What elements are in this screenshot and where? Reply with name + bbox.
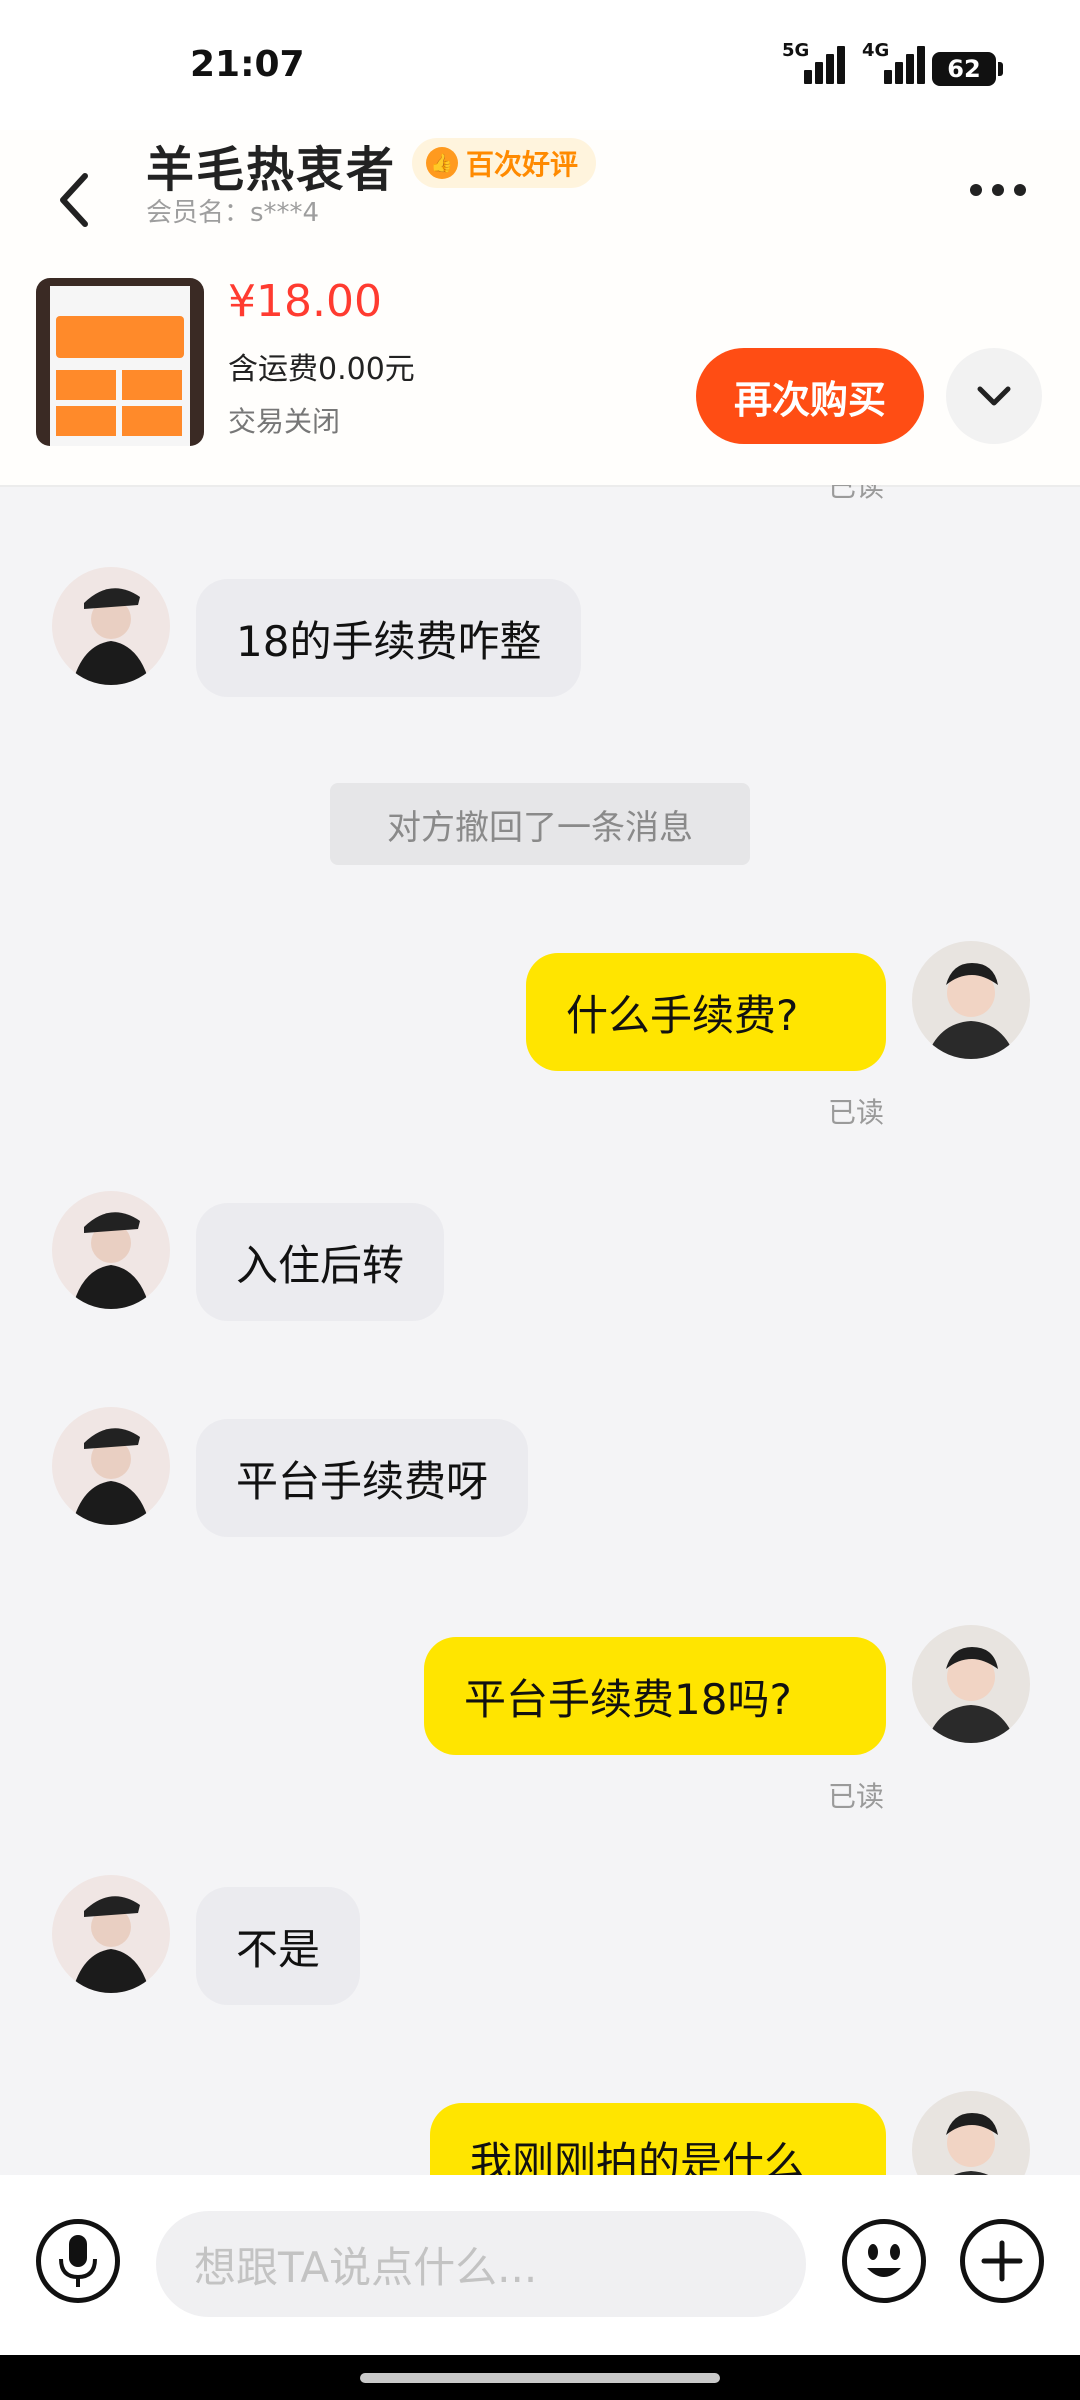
read-receipt: 已读 [828,1096,885,1129]
recall-notice: 对方撤回了一条消息 [330,783,750,865]
order-status: 交易关闭 [228,405,341,438]
product-thumbnail[interactable] [36,278,204,446]
read-receipt: 已读 [828,1780,885,1813]
message-bubble-incoming[interactable]: 不是 [196,1887,361,2005]
avatar-image [52,1407,170,1525]
dot-icon [970,184,982,196]
avatar-image [52,1875,170,1993]
home-indicator[interactable] [360,2373,720,2383]
system-nav-bar [0,2355,1080,2400]
message-bubble-incoming[interactable]: 入住后转 [196,1203,445,1321]
message-input[interactable]: 想跟TA说点什么... [156,2211,806,2317]
status-time: 21:07 [190,44,305,85]
avatar-image [912,1625,1030,1743]
chevron-left-icon [60,173,88,227]
message-bubble-outgoing[interactable]: 什么手续费? [526,953,886,1071]
thumbs-up-icon: 👍 [426,147,458,179]
signal-4g-icon: 4G [862,40,925,84]
input-bar: 想跟TA说点什么... [0,2175,1080,2360]
message-bubble-outgoing[interactable]: 我刚刚拍的是什么 [430,2103,886,2175]
avatar-image [912,2091,1030,2175]
battery-icon: 62 [932,52,1003,86]
my-avatar[interactable] [912,941,1030,1059]
avatar-image [52,567,170,685]
message-bubble-incoming[interactable]: 平台手续费呀 [196,1419,529,1537]
back-button[interactable] [40,150,110,250]
member-name: 会员名：s***4 [146,198,320,228]
status-bar: 21:07 5G 4G 62 [0,0,1080,130]
dot-icon [992,184,1004,196]
more-options-button[interactable] [970,170,1040,210]
avatar-image [52,1191,170,1309]
my-avatar[interactable] [912,2091,1030,2175]
contact-avatar[interactable] [52,1407,170,1525]
emoji-button[interactable] [842,2219,926,2303]
product-price: ¥18.00 [228,276,382,327]
add-button[interactable] [960,2219,1044,2303]
avatar-image [912,941,1030,1059]
dot-icon [1014,184,1026,196]
signal-5g-icon: 5G [782,40,845,84]
chat-list[interactable]: 已读 18的手续费咋整 对方撤回了一条消息 什么手续费? 已读 入住后转 平台手… [0,485,1080,2175]
smile-icon [867,2244,901,2277]
microphone-icon [59,2235,97,2287]
review-badge: 👍 百次好评 [412,138,597,188]
contact-name[interactable]: 羊毛热衷者 [146,130,396,200]
message-bubble-incoming[interactable]: 18的手续费咋整 [196,579,582,697]
product-image [36,278,204,446]
message-bubble-outgoing[interactable]: 平台手续费18吗? [424,1637,886,1755]
chat-header: 羊毛热衷者 👍 百次好评 会员名：s***4 ¥18.00 含运费0.00元 交… [0,130,1080,487]
shipping-info: 含运费0.00元 [228,352,415,387]
buy-again-button[interactable]: 再次购买 [696,348,924,444]
chevron-down-icon [977,386,1011,406]
expand-button[interactable] [946,348,1042,444]
read-receipt: 已读 [828,485,885,503]
voice-button[interactable] [36,2219,120,2303]
contact-avatar[interactable] [52,567,170,685]
my-avatar[interactable] [912,1625,1030,1743]
contact-avatar[interactable] [52,1191,170,1309]
plus-icon [981,2240,1023,2282]
contact-avatar[interactable] [52,1875,170,1993]
